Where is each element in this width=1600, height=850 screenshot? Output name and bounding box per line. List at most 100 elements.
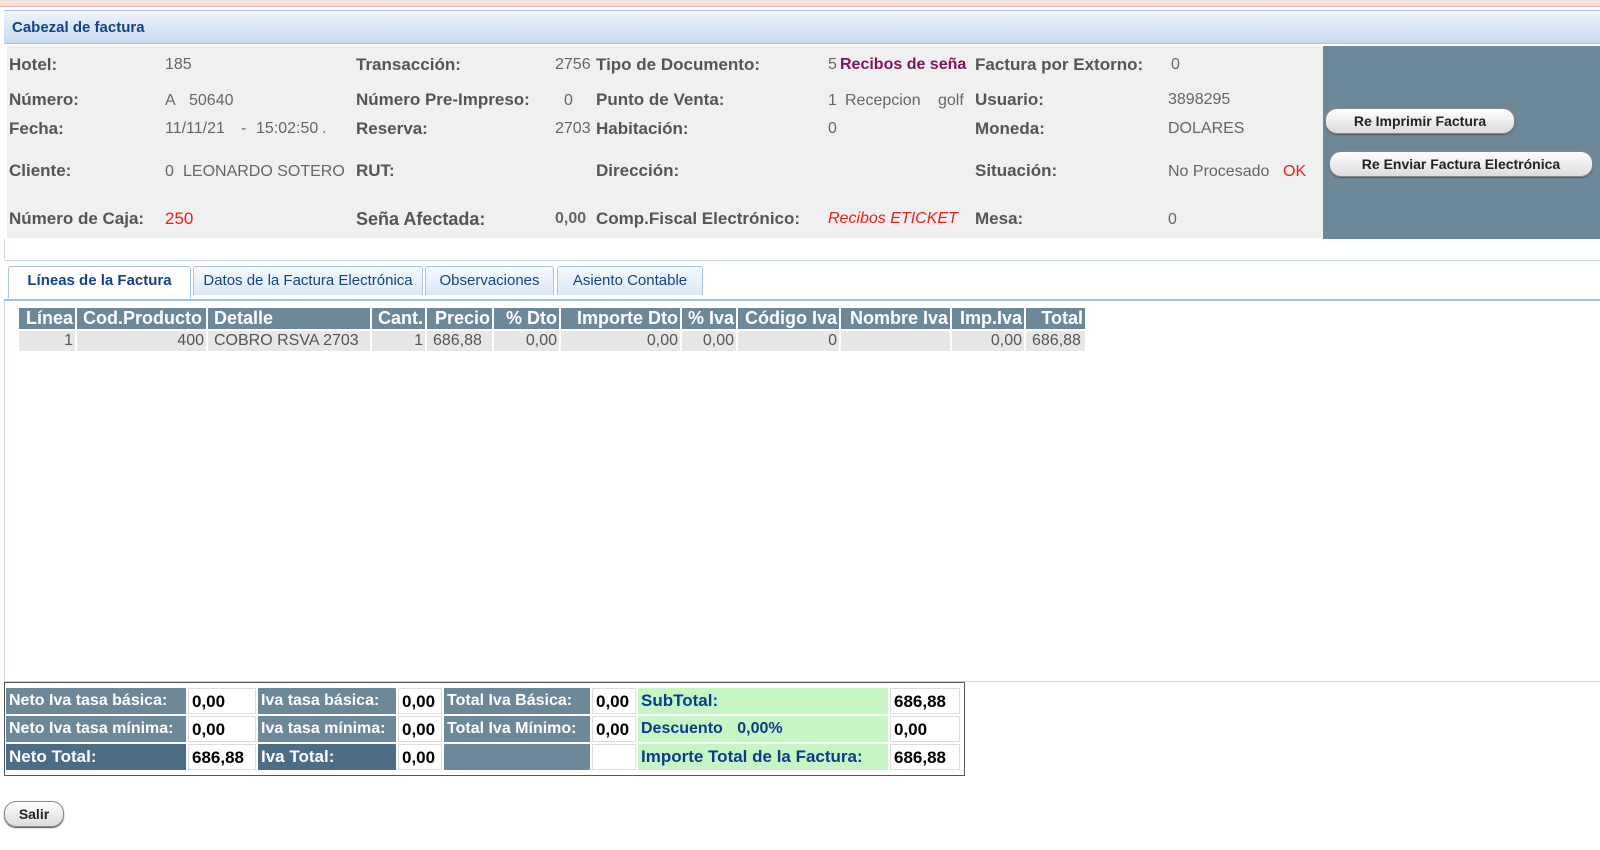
preimpreso-value: 0 [564, 92, 573, 109]
table-cell-nombre-iva[interactable] [841, 331, 950, 351]
iva-basica-value: 0,00 [398, 688, 442, 714]
table-cell-imp-iva[interactable]: 0,00 [952, 331, 1024, 351]
neto-total-label: Neto Total: [6, 744, 186, 770]
col-header-codigo-iva[interactable]: Código Iva [738, 308, 839, 329]
tab-asiento-contable[interactable]: Asiento Contable [557, 266, 703, 295]
col-header-total[interactable]: Total [1026, 308, 1085, 329]
fecha-label: Fecha: [9, 119, 64, 138]
empty-label-cell [444, 744, 590, 770]
neto-minima-value: 0,00 [188, 716, 256, 742]
empty-value-cell [592, 744, 636, 770]
table-cell-linea[interactable]: 1 [19, 331, 75, 351]
tab-bar: Líneas de la Factura Datos de la Factura… [4, 260, 1600, 301]
subtotal-label: SubTotal: [638, 688, 888, 714]
punto-venta-name: Recepcion [845, 92, 921, 109]
habitacion-label: Habitación: [596, 119, 689, 138]
cliente-name: LEONARDO SOTERO [183, 163, 345, 180]
iva-total-value: 0,00 [398, 744, 442, 770]
tipo-doc-code: 5 [828, 56, 837, 73]
reserva-label: Reserva: [356, 119, 428, 138]
col-header-nombre-iva[interactable]: Nombre Iva [841, 308, 950, 329]
neto-basica-label: Neto Iva tasa básica: [6, 688, 186, 714]
caja-label: Número de Caja: [9, 209, 145, 228]
descuento-pct: 0,00% [737, 720, 783, 737]
hotel-label: Hotel: [9, 55, 58, 74]
comp-fiscal-value: Recibos ETICKET [828, 210, 958, 227]
total-iva-basica-label: Total Iva Básica: [444, 688, 590, 714]
iva-total-label: Iva Total: [258, 744, 396, 770]
rut-label: RUT: [356, 161, 395, 180]
descuento-cell: Descuento 0,00% [638, 716, 888, 742]
col-header-imp-iva[interactable]: Imp.Iva [952, 308, 1024, 329]
table-cell-iva[interactable]: 0,00 [682, 331, 736, 351]
extorno-label: Factura por Extorno: [975, 55, 1144, 74]
col-header-linea[interactable]: Línea [19, 308, 75, 329]
iva-minima-label: Iva tasa mínima: [258, 716, 396, 742]
total-iva-basica-value: 0,00 [592, 688, 636, 714]
importe-total-label: Importe Total de la Factura: [638, 744, 888, 770]
punto-venta-extra: golf [938, 92, 964, 109]
tipo-doc-name: Recibos de seña [840, 56, 967, 73]
sena-label: Seña Afectada: [356, 209, 486, 229]
tipo-doc-label: Tipo de Documento: [596, 55, 761, 74]
panel-header: Cabezal de factura [4, 10, 1600, 44]
col-header-importe-dto[interactable]: Importe Dto [561, 308, 680, 329]
neto-minima-label: Neto Iva tasa mínima: [6, 716, 186, 742]
actions-panel [1323, 46, 1600, 239]
resend-electronic-invoice-button[interactable]: Re Enviar Factura Electrónica [1329, 151, 1593, 177]
reprint-invoice-button[interactable]: Re Imprimir Factura [1325, 108, 1515, 134]
tab-lineas[interactable]: Líneas de la Factura [8, 266, 191, 298]
col-header-dto[interactable]: % Dto [494, 308, 559, 329]
situacion-label: Situación: [975, 161, 1058, 180]
numero-value: 50640 [189, 92, 234, 109]
table-cell-detalle[interactable]: COBRO RSVA 2703 [208, 331, 370, 351]
table-cell-importe-dto[interactable]: 0,00 [561, 331, 680, 351]
table-cell-cant[interactable]: 1 [372, 331, 425, 351]
hotel-value: 185 [165, 56, 192, 73]
comp-fiscal-label: Comp.Fiscal Electrónico: [596, 209, 801, 228]
descuento-value: 0,00 [890, 716, 960, 742]
grid-container [4, 300, 1600, 682]
situacion-status: OK [1283, 163, 1307, 180]
extorno-value: 0 [1171, 56, 1180, 73]
total-iva-minimo-label: Total Iva Mínimo: [444, 716, 590, 742]
situacion-value: No Procesado [1168, 163, 1270, 180]
descuento-label: Descuento [641, 720, 723, 737]
salir-button[interactable]: Salir [4, 801, 64, 827]
mesa-value: 0 [1168, 211, 1177, 228]
moneda-label: Moneda: [975, 119, 1045, 138]
punto-venta-label: Punto de Venta: [596, 90, 725, 109]
table-cell-codigo-iva[interactable]: 0 [738, 331, 839, 351]
transaccion-value: 2756 [555, 56, 591, 73]
numero-label: Número: [9, 90, 79, 109]
moneda-value: DOLARES [1168, 120, 1245, 137]
table-cell-precio[interactable]: 686,88 [427, 331, 492, 351]
iva-basica-label: Iva tasa básica: [258, 688, 396, 714]
cliente-code: 0 [165, 163, 174, 180]
total-iva-minimo-value: 0,00 [592, 716, 636, 742]
usuario-value: 3898295 [1168, 91, 1231, 108]
table-cell-total[interactable]: 686,88 [1026, 331, 1085, 351]
panel-title: Cabezal de factura [12, 19, 145, 36]
col-header-iva[interactable]: % Iva [682, 308, 736, 329]
tab-datos-factura-electronica[interactable]: Datos de la Factura Electrónica [193, 266, 423, 295]
col-header-precio[interactable]: Precio [427, 308, 492, 329]
fecha-dot: . [322, 120, 327, 137]
col-header-detalle[interactable]: Detalle [208, 308, 370, 329]
iva-minima-value: 0,00 [398, 716, 442, 742]
table-cell-cod-producto[interactable]: 400 [77, 331, 206, 351]
col-header-cant[interactable]: Cant. [372, 308, 425, 329]
direccion-label: Dirección: [596, 161, 680, 180]
usuario-label: Usuario: [975, 90, 1044, 109]
preimpreso-label: Número Pre-Impreso: [356, 90, 530, 109]
tab-observaciones[interactable]: Observaciones [425, 266, 554, 295]
punto-venta-code: 1 [828, 92, 837, 109]
numero-serie: A [165, 92, 176, 109]
fecha-dash: - [241, 120, 247, 137]
sena-value: 0,00 [555, 210, 587, 227]
fecha-date: 11/11/21 [165, 120, 225, 137]
col-header-cod-producto[interactable]: Cod.Producto [77, 308, 206, 329]
reserva-value: 2703 [555, 120, 591, 137]
table-cell-dto[interactable]: 0,00 [494, 331, 559, 351]
subtotal-value: 686,88 [890, 688, 960, 714]
